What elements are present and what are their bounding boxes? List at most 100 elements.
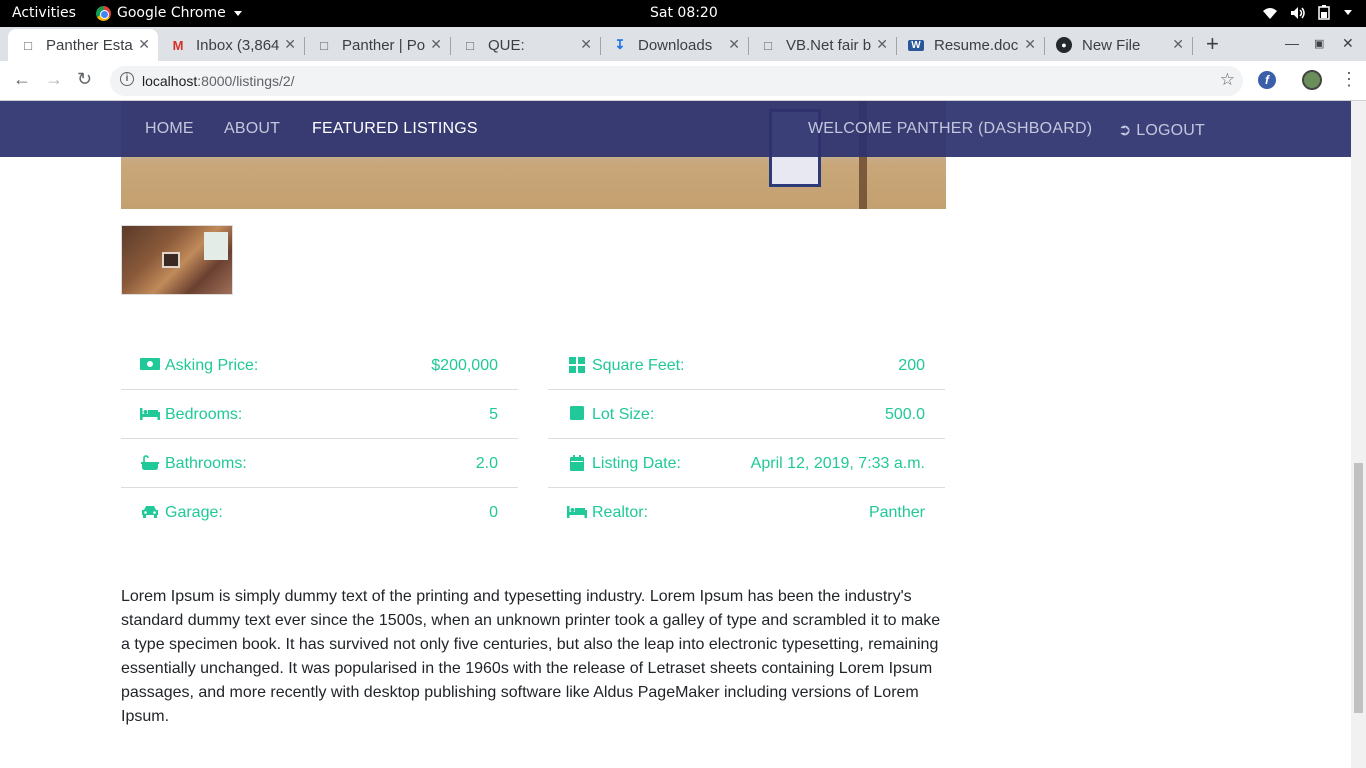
listing-description: Lorem Ipsum is simply dummy text of the … bbox=[121, 588, 941, 725]
back-arrow-icon[interactable]: ← bbox=[13, 69, 31, 90]
forward-arrow-icon[interactable]: → bbox=[45, 69, 63, 90]
tab-label: Inbox (3,864 bbox=[196, 36, 280, 54]
tab-downloads[interactable]: ↧ Downloads ✕ bbox=[600, 29, 749, 61]
page-scrollbar[interactable] bbox=[1351, 101, 1366, 768]
car-icon bbox=[140, 504, 160, 523]
nav-logout[interactable]: ➲ LOGOUT bbox=[1118, 120, 1205, 140]
url-path: :8000/listings/2/ bbox=[197, 73, 295, 89]
close-icon[interactable]: ✕ bbox=[430, 36, 442, 53]
url-host: localhost bbox=[142, 73, 198, 89]
bath-icon bbox=[140, 455, 160, 476]
profile-avatar[interactable] bbox=[1302, 70, 1322, 90]
wifi-icon bbox=[1263, 7, 1277, 19]
chrome-icon bbox=[96, 5, 111, 21]
tab-label: Panther Esta bbox=[46, 36, 133, 54]
close-icon[interactable]: ✕ bbox=[1172, 36, 1184, 53]
page-icon: □ bbox=[466, 37, 474, 53]
app-menu[interactable]: Google Chrome bbox=[96, 5, 242, 21]
caret-down-icon bbox=[233, 10, 242, 16]
fact-label: Garage: bbox=[165, 504, 223, 521]
square-icon bbox=[567, 406, 587, 425]
page-icon: □ bbox=[320, 37, 328, 53]
fact-label: Bathrooms: bbox=[165, 455, 247, 472]
fact-value: 500.0 bbox=[884, 406, 925, 423]
os-top-bar: Activities Google Chrome Sat 08:20 bbox=[0, 0, 1366, 27]
tab-panther-estate[interactable]: □ Panther Esta ✕ bbox=[8, 29, 158, 61]
clock[interactable]: Sat 08:20 bbox=[650, 5, 718, 21]
listing-thumbnail[interactable] bbox=[121, 225, 233, 295]
reload-icon[interactable]: ↻ bbox=[77, 69, 92, 90]
bed-icon bbox=[140, 406, 160, 425]
close-icon[interactable]: ✕ bbox=[138, 36, 150, 53]
bed-icon bbox=[567, 504, 587, 523]
tab-label: Panther | Po bbox=[342, 36, 426, 54]
fact-garage: Garage: 0 bbox=[121, 488, 518, 537]
nav-dashboard[interactable]: WELCOME PANTHER (DASHBOARD) bbox=[808, 120, 1092, 138]
address-bar[interactable]: i localhost:8000/listings/2/ ☆ bbox=[110, 66, 1243, 96]
thumbnail-window bbox=[204, 232, 228, 260]
logout-label: LOGOUT bbox=[1136, 122, 1206, 139]
calendar-icon bbox=[567, 455, 587, 476]
thumbnail-fireplace bbox=[162, 252, 180, 268]
close-icon[interactable]: ✕ bbox=[580, 36, 592, 53]
activities-button[interactable]: Activities bbox=[12, 5, 76, 21]
site-info-icon[interactable]: i bbox=[120, 72, 134, 86]
fact-square-feet: Square Feet: 200 bbox=[548, 341, 945, 390]
fact-value: April 12, 2019, 7:33 a.m. bbox=[750, 455, 925, 472]
fact-value: 5 bbox=[489, 406, 498, 423]
fact-label: Realtor: bbox=[592, 504, 649, 521]
close-icon[interactable]: ✕ bbox=[284, 36, 296, 53]
tab-strip: □ Panther Esta ✕ M Inbox (3,864 ✕ □ Pant… bbox=[0, 27, 1366, 61]
tray-caret-icon bbox=[1344, 10, 1352, 15]
sign-out-icon: ➲ bbox=[1118, 122, 1137, 139]
nav-home[interactable]: HOME bbox=[145, 120, 194, 138]
tab-label: New File bbox=[1082, 36, 1141, 54]
download-icon: ↧ bbox=[614, 37, 626, 52]
th-large-icon bbox=[567, 357, 587, 378]
nav-featured-listings[interactable]: FEATURED LISTINGS bbox=[312, 120, 478, 138]
fact-realtor: Realtor: Panther bbox=[548, 488, 945, 537]
fact-bathrooms: Bathrooms: 2.0 bbox=[121, 439, 518, 488]
github-icon: ● bbox=[1056, 37, 1072, 53]
close-icon[interactable]: ✕ bbox=[876, 36, 888, 53]
window-close-icon[interactable]: ✕ bbox=[1342, 35, 1354, 52]
word-icon: W bbox=[908, 39, 924, 51]
tab-label: VB.Net fair b bbox=[786, 36, 872, 54]
extension-icon[interactable]: f bbox=[1258, 71, 1276, 89]
page-viewport: HOME ABOUT FEATURED LISTINGS WELCOME PAN… bbox=[0, 101, 1351, 768]
tab-vbnet[interactable]: □ VB.Net fair b ✕ bbox=[748, 29, 897, 61]
scrollbar-thumb[interactable] bbox=[1354, 463, 1363, 713]
close-icon[interactable]: ✕ bbox=[728, 36, 740, 53]
fact-value: Panther bbox=[868, 504, 925, 521]
fact-label: Square Feet: bbox=[592, 357, 685, 374]
fact-bedrooms: Bedrooms: 5 bbox=[121, 390, 518, 439]
new-tab-button[interactable]: + bbox=[1206, 31, 1219, 57]
tab-separator bbox=[1192, 37, 1193, 55]
money-icon bbox=[140, 357, 160, 376]
minimize-icon[interactable]: — bbox=[1285, 35, 1299, 51]
tab-panther-po[interactable]: □ Panther | Po ✕ bbox=[304, 29, 451, 61]
tab-new-file[interactable]: ● New File ✕ bbox=[1044, 29, 1193, 61]
tab-label: Resume.doc bbox=[934, 36, 1019, 54]
tab-label: Downloads bbox=[638, 36, 713, 54]
page-icon: □ bbox=[24, 37, 32, 53]
bookmark-star-icon[interactable]: ☆ bbox=[1220, 70, 1235, 90]
tab-que[interactable]: □ QUE: ✕ bbox=[450, 29, 601, 61]
tab-inbox[interactable]: M Inbox (3,864 ✕ bbox=[158, 29, 305, 61]
url-text: localhost:8000/listings/2/ bbox=[142, 73, 295, 89]
maximize-icon[interactable]: ▣ bbox=[1314, 37, 1324, 50]
fact-label: Bedrooms: bbox=[165, 406, 243, 423]
fact-value: 0 bbox=[489, 504, 498, 521]
nav-about[interactable]: ABOUT bbox=[224, 120, 280, 138]
fact-value: $200,000 bbox=[431, 357, 498, 374]
tab-resume[interactable]: W Resume.doc ✕ bbox=[896, 29, 1045, 61]
volume-icon bbox=[1291, 6, 1305, 19]
system-tray[interactable] bbox=[1262, 5, 1352, 20]
menu-kebab-icon[interactable]: ⋮ bbox=[1340, 69, 1358, 90]
fact-value: 200 bbox=[898, 357, 925, 374]
fact-label: Listing Date: bbox=[592, 455, 681, 472]
close-icon[interactable]: ✕ bbox=[1024, 36, 1036, 53]
browser-toolbar: ← → ↻ i localhost:8000/listings/2/ ☆ bbox=[0, 61, 1366, 101]
battery-icon bbox=[1318, 5, 1330, 20]
fact-label: Asking Price: bbox=[165, 357, 259, 374]
